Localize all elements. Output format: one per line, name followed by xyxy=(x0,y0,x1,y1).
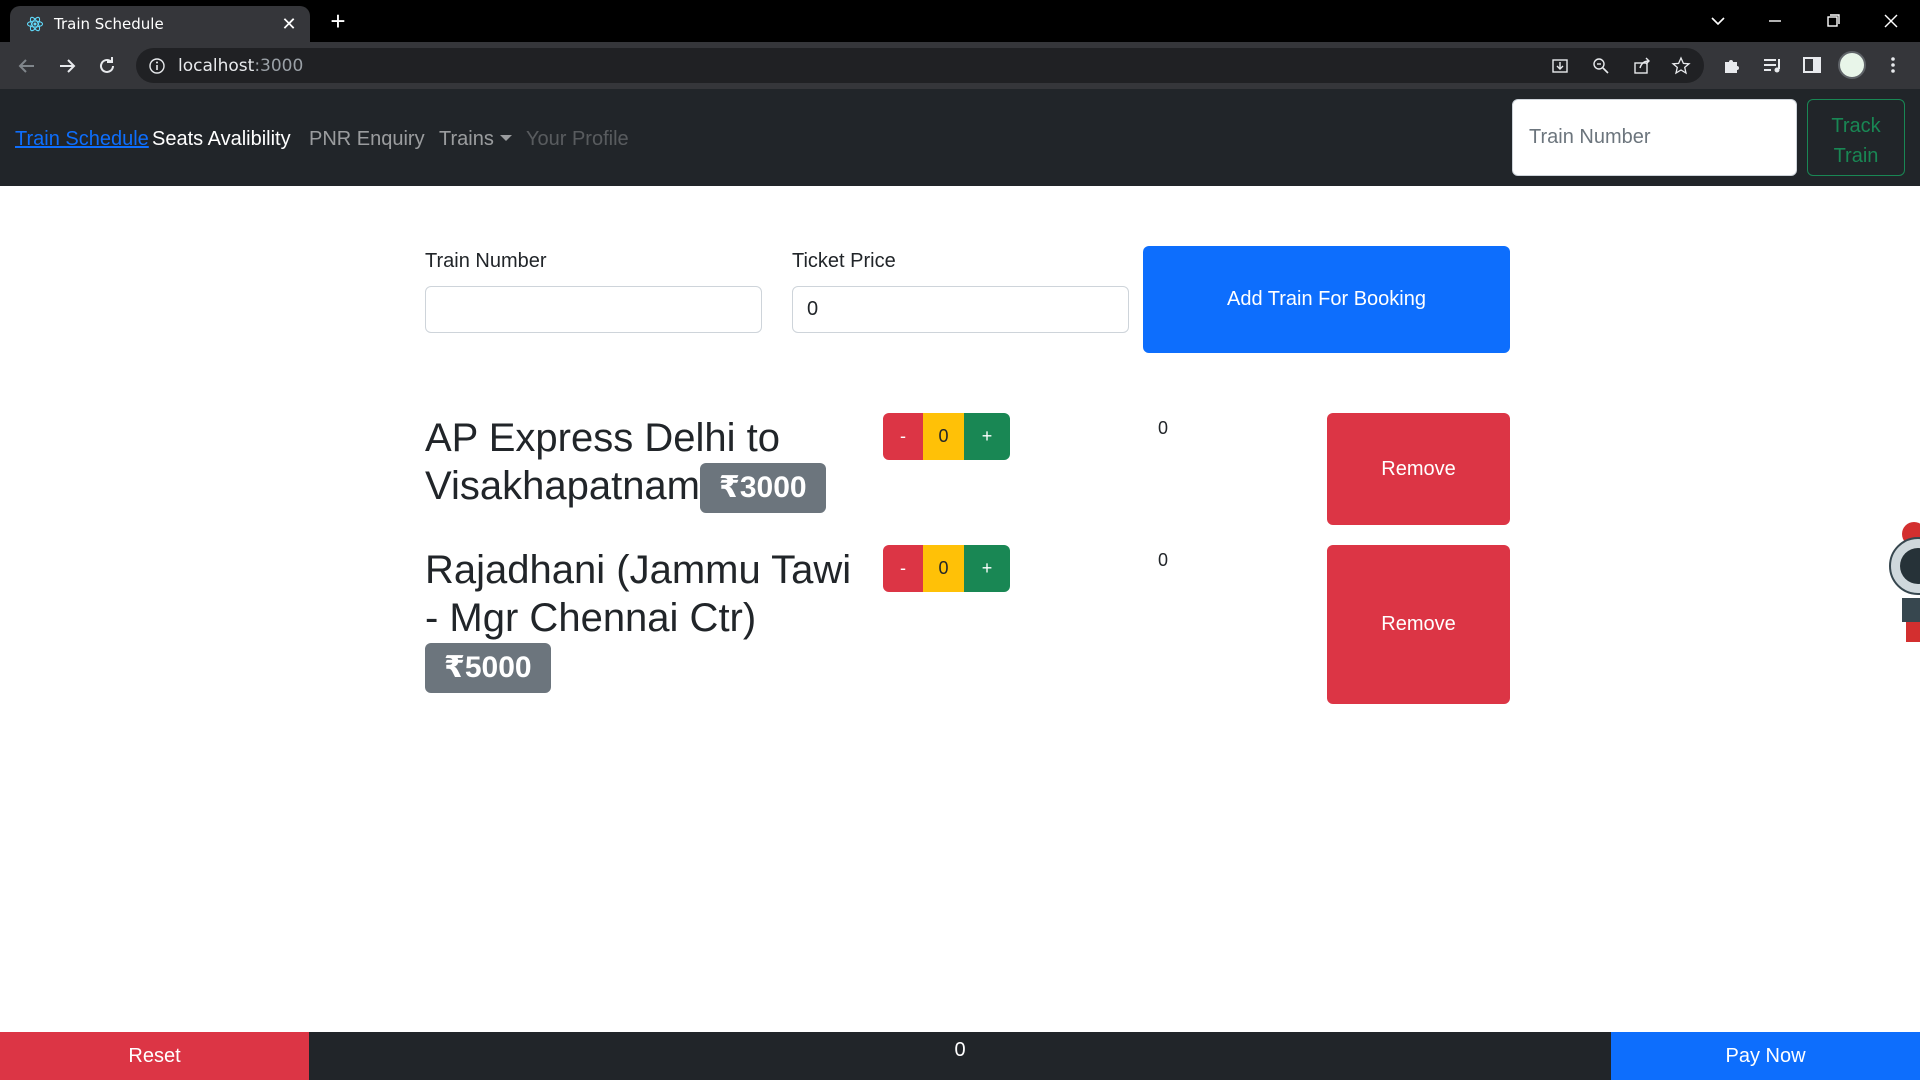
train-number-label: Train Number xyxy=(425,250,547,272)
reload-icon[interactable] xyxy=(95,54,119,78)
site-info-icon[interactable] xyxy=(148,57,166,75)
track-train-button[interactable]: Track Train xyxy=(1807,99,1905,176)
zoom-icon[interactable] xyxy=(1591,56,1611,76)
reset-button[interactable]: Reset xyxy=(0,1032,309,1080)
nav-link-your-profile: Your Profile xyxy=(526,128,629,150)
tab-close-icon[interactable]: ✕ xyxy=(280,15,298,33)
price-badge: ₹5000 xyxy=(425,643,551,694)
side-panel-icon[interactable] xyxy=(1801,54,1823,76)
remove-train-button[interactable]: Remove xyxy=(1327,545,1510,704)
url-port: :3000 xyxy=(254,56,304,76)
nav-dropdown-trains[interactable]: Trains xyxy=(439,127,512,151)
row-total: 0 xyxy=(1157,550,1168,570)
media-queue-icon[interactable] xyxy=(1761,54,1783,76)
nav-dropdown-trains-label: Trains xyxy=(439,128,494,150)
address-bar[interactable]: localhost:3000 xyxy=(136,48,1704,83)
close-window-icon[interactable] xyxy=(1878,8,1904,34)
ticket-price-field[interactable] xyxy=(792,286,1129,333)
grand-total: 0 xyxy=(954,1039,966,1061)
increment-button[interactable]: + xyxy=(964,413,1010,460)
app-navbar: Train Schedule Seats Avalibility PNR Enq… xyxy=(0,89,1920,186)
new-tab-icon[interactable]: + xyxy=(326,8,350,34)
quantity-stepper: - 0 + xyxy=(883,413,1010,460)
nav-link-seats-availability[interactable]: Seats Avalibility xyxy=(152,127,291,151)
quantity-value: 0 xyxy=(923,545,964,592)
extensions-puzzle-icon[interactable] xyxy=(1721,54,1743,76)
checkout-bar: Reset 0 Pay Now xyxy=(0,1032,1920,1080)
nav-link-pnr-enquiry[interactable]: PNR Enquiry xyxy=(309,127,425,151)
tab-search-chevron-icon[interactable] xyxy=(1705,8,1731,34)
forward-arrow-icon[interactable] xyxy=(55,54,79,78)
browser-toolbar: localhost:3000 xyxy=(0,42,1920,89)
back-arrow-icon[interactable] xyxy=(15,54,39,78)
profile-avatar[interactable] xyxy=(1838,51,1866,79)
row-total: 0 xyxy=(1157,418,1168,438)
pay-now-button[interactable]: Pay Now xyxy=(1611,1032,1920,1080)
decrement-button[interactable]: - xyxy=(883,413,923,460)
train-name-text: Rajadhani (Jammu Tawi - Mgr Chennai Ctr) xyxy=(425,548,852,640)
install-app-icon[interactable] xyxy=(1550,56,1570,76)
navbar-brand[interactable]: Train Schedule xyxy=(15,127,149,151)
train-number-search-input[interactable] xyxy=(1512,99,1797,176)
more-menu-icon[interactable] xyxy=(1882,54,1904,76)
browser-tab[interactable]: Train Schedule ✕ xyxy=(10,6,310,42)
train-number-field[interactable] xyxy=(425,286,762,333)
restore-icon[interactable] xyxy=(1820,8,1846,34)
decrement-button[interactable]: - xyxy=(883,545,923,592)
price-badge: ₹3000 xyxy=(700,463,826,514)
browser-tab-strip: Train Schedule ✕ + xyxy=(0,0,1920,42)
mascot-character-icon xyxy=(1889,522,1920,642)
ticket-price-label: Ticket Price xyxy=(792,250,896,272)
train-title: Rajadhani (Jammu Tawi - Mgr Chennai Ctr)… xyxy=(425,546,865,694)
remove-train-button[interactable]: Remove xyxy=(1327,413,1510,525)
quantity-value: 0 xyxy=(923,413,964,460)
bookmark-star-icon[interactable] xyxy=(1671,56,1691,76)
increment-button[interactable]: + xyxy=(964,545,1010,592)
tab-title: Train Schedule xyxy=(54,15,164,33)
train-title: AP Express Delhi to Visakhapatnam ₹3000 xyxy=(425,414,865,514)
url-text: localhost:3000 xyxy=(178,56,303,76)
minimize-icon[interactable] xyxy=(1762,8,1788,34)
url-host: localhost xyxy=(178,56,255,76)
share-icon[interactable] xyxy=(1632,56,1652,76)
caret-down-icon xyxy=(499,135,512,141)
react-logo-icon xyxy=(26,16,44,32)
add-train-for-booking-button[interactable]: Add Train For Booking xyxy=(1143,246,1510,353)
quantity-stepper: - 0 + xyxy=(883,545,1010,592)
